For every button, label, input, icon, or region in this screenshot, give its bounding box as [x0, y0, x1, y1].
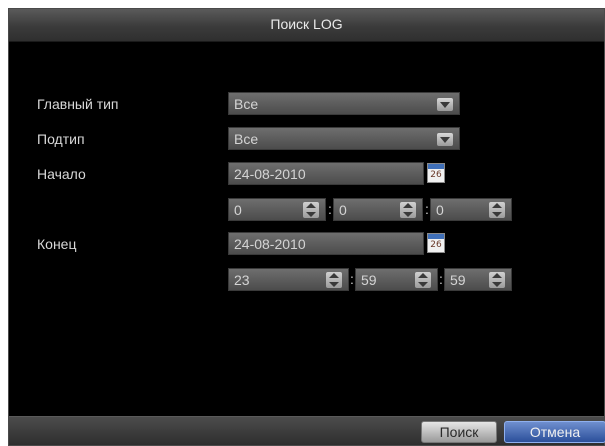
- calendar-icon[interactable]: 26: [427, 163, 445, 183]
- end-date-field[interactable]: 24-08-2010: [228, 232, 424, 255]
- log-search-dialog: Поиск LOG Главный тип Все Подтип Все Нач…: [8, 8, 605, 446]
- start-second-spinner[interactable]: 0: [430, 198, 512, 221]
- end-label: Конец: [37, 236, 77, 252]
- spinner-arrows-icon[interactable]: [326, 272, 342, 288]
- time-separator: :: [350, 271, 354, 287]
- start-date-value: 24-08-2010: [234, 166, 306, 182]
- end-hour-value: 23: [234, 272, 250, 288]
- search-button[interactable]: Поиск: [421, 421, 497, 443]
- button-bar: Поиск Отмена: [9, 416, 605, 445]
- start-hour-spinner[interactable]: 0: [228, 198, 326, 221]
- dropdown-arrow-icon[interactable]: [437, 133, 453, 146]
- end-date-value: 24-08-2010: [234, 236, 306, 252]
- time-separator: :: [425, 201, 429, 217]
- calendar-day: 26: [430, 170, 442, 180]
- start-label: Начало: [37, 166, 86, 182]
- end-minute-spinner[interactable]: 59: [355, 268, 438, 291]
- subtype-value: Все: [234, 131, 259, 147]
- end-hour-spinner[interactable]: 23: [228, 268, 349, 291]
- start-minute-spinner[interactable]: 0: [333, 198, 423, 221]
- end-second-spinner[interactable]: 59: [444, 268, 512, 291]
- start-minute-value: 0: [339, 202, 347, 218]
- end-minute-value: 59: [361, 272, 377, 288]
- calendar-icon[interactable]: 26: [427, 233, 445, 253]
- spinner-arrows-icon[interactable]: [489, 202, 505, 218]
- start-date-field[interactable]: 24-08-2010: [228, 162, 424, 185]
- time-separator: :: [439, 271, 443, 287]
- spinner-arrows-icon[interactable]: [303, 202, 319, 218]
- cancel-button[interactable]: Отмена: [504, 421, 605, 443]
- start-second-value: 0: [436, 202, 444, 218]
- subtype-label: Подтип: [37, 131, 85, 147]
- spinner-arrows-icon[interactable]: [400, 202, 416, 218]
- main-type-label: Главный тип: [37, 96, 119, 112]
- dialog-title: Поиск LOG: [270, 16, 343, 32]
- main-type-dropdown[interactable]: Все: [228, 92, 460, 115]
- calendar-day: 26: [430, 240, 442, 250]
- start-hour-value: 0: [234, 202, 242, 218]
- subtype-dropdown[interactable]: Все: [228, 127, 460, 150]
- spinner-arrows-icon[interactable]: [415, 272, 431, 288]
- spinner-arrows-icon[interactable]: [489, 272, 505, 288]
- title-bar: Поиск LOG: [9, 9, 604, 42]
- time-separator: :: [328, 201, 332, 217]
- end-second-value: 59: [450, 272, 466, 288]
- main-type-value: Все: [234, 96, 259, 112]
- dropdown-arrow-icon[interactable]: [437, 98, 453, 111]
